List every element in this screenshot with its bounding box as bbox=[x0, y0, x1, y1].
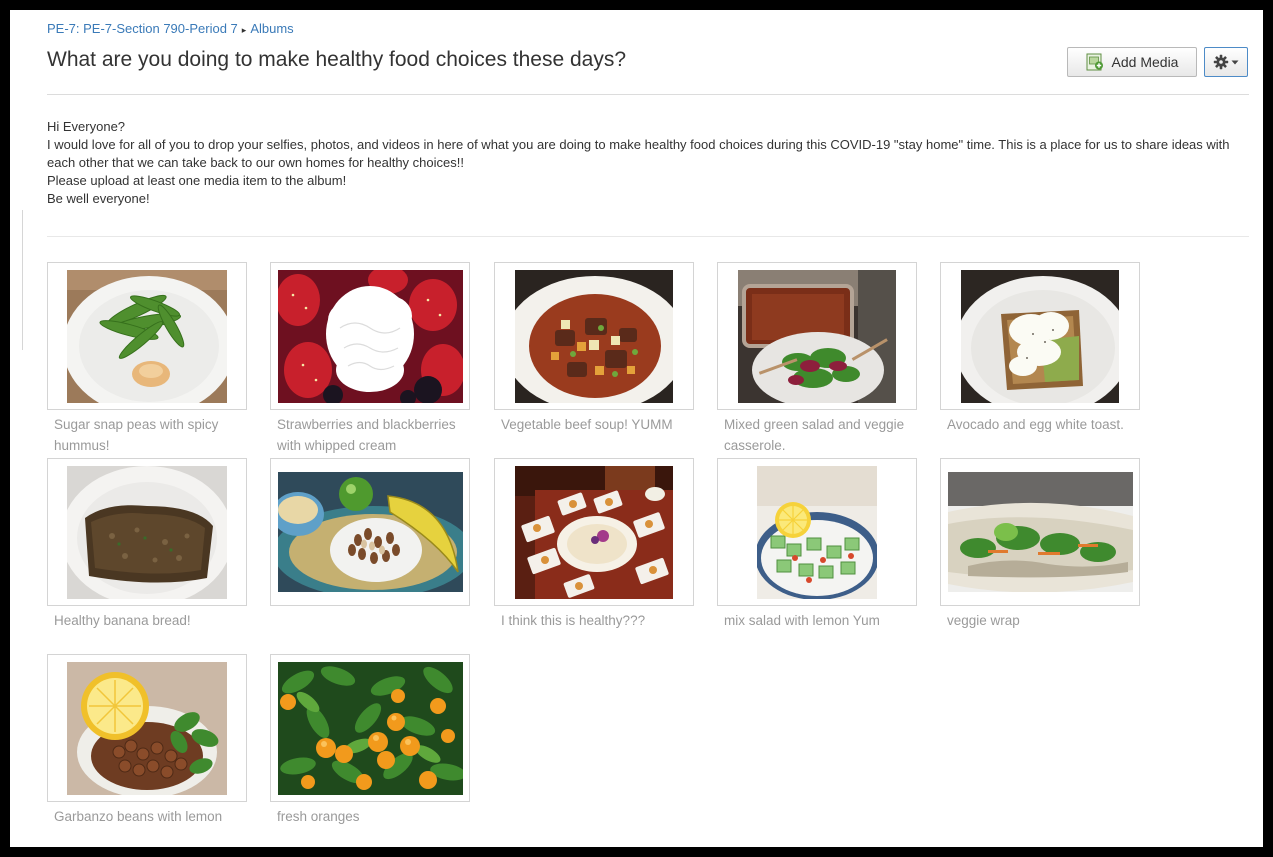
media-thumbnail[interactable] bbox=[270, 458, 470, 606]
media-thumbnail[interactable] bbox=[494, 262, 694, 410]
media-item-veggie-wrap: veggie wrap bbox=[940, 458, 1140, 652]
media-thumbnail[interactable] bbox=[270, 654, 470, 802]
banana-bread-photo bbox=[67, 465, 227, 599]
breadcrumb-separator: ▸ bbox=[241, 25, 247, 35]
lemon-salad-photo bbox=[757, 465, 877, 599]
media-caption: Vegetable beef soup! YUMM bbox=[501, 417, 673, 432]
garbanzo-photo bbox=[67, 661, 227, 795]
media-item-beef-soup: Vegetable beef soup! YUMM bbox=[494, 262, 694, 456]
media-caption: Avocado and egg white toast. bbox=[947, 417, 1124, 432]
chevron-down-icon bbox=[1231, 60, 1239, 65]
beef-soup-photo bbox=[515, 269, 673, 403]
breadcrumb-course-link[interactable]: PE-7: PE-7-Section 790-Period 7 bbox=[47, 21, 238, 36]
breadcrumb: PE-7: PE-7-Section 790-Period 7 ▸ Albums bbox=[47, 21, 294, 36]
media-item-garbanzo: Garbanzo beans with lemon bbox=[47, 654, 247, 847]
media-caption: veggie wrap bbox=[947, 613, 1020, 628]
media-caption: Sugar snap peas with spicy hummus! bbox=[54, 417, 219, 453]
media-caption: Mixed green salad and veggie casserole. bbox=[724, 417, 905, 453]
media-thumbnail[interactable] bbox=[494, 458, 694, 606]
description-line-1: Hi Everyone? bbox=[47, 119, 126, 134]
media-caption bbox=[270, 610, 466, 652]
media-thumbnail[interactable] bbox=[717, 262, 917, 410]
media-thumbnail[interactable] bbox=[47, 458, 247, 606]
media-item-salad-casserole: Mixed green salad and veggie casserole. bbox=[717, 262, 917, 456]
nuts-fruit-photo bbox=[277, 472, 463, 592]
media-item-banana-bread: Healthy banana bread! bbox=[47, 458, 247, 652]
add-media-label: Add Media bbox=[1111, 54, 1179, 70]
snap-peas-photo bbox=[67, 269, 227, 403]
strawberries-photo bbox=[277, 269, 463, 403]
media-thumbnail[interactable] bbox=[717, 458, 917, 606]
media-item-snap-peas: Sugar snap peas with spicy hummus! bbox=[47, 262, 247, 456]
avocado-toast-photo bbox=[961, 269, 1119, 403]
left-edge-line bbox=[22, 210, 23, 350]
description-line-4: Be well everyone! bbox=[47, 191, 150, 206]
album-description: Hi Everyone? I would love for all of you… bbox=[47, 118, 1247, 208]
settings-dropdown-button[interactable] bbox=[1204, 47, 1248, 77]
media-caption: mix salad with lemon Yum bbox=[724, 613, 880, 628]
description-divider bbox=[47, 236, 1249, 237]
salad-casserole-photo bbox=[738, 269, 896, 403]
buffet-photo bbox=[515, 465, 673, 599]
header-divider bbox=[47, 94, 1249, 95]
media-caption: I think this is healthy??? bbox=[501, 613, 646, 628]
media-item-strawberries: Strawberries and blackberries with whipp… bbox=[270, 262, 470, 456]
media-thumbnail[interactable] bbox=[47, 262, 247, 410]
media-caption: Garbanzo beans with lemon bbox=[54, 809, 223, 824]
media-thumbnail[interactable] bbox=[270, 262, 470, 410]
add-media-button[interactable]: Add Media bbox=[1067, 47, 1197, 77]
album-page: PE-7: PE-7-Section 790-Period 7 ▸ Albums W… bbox=[10, 10, 1263, 847]
oranges-photo bbox=[277, 661, 463, 795]
media-item-nuts-fruit bbox=[270, 458, 470, 652]
gear-icon bbox=[1213, 54, 1229, 70]
breadcrumb-albums-link[interactable]: Albums bbox=[250, 21, 293, 36]
veggie-wrap-photo bbox=[947, 472, 1133, 592]
description-line-2: I would love for all of you to drop your… bbox=[47, 137, 1230, 170]
media-caption: fresh oranges bbox=[277, 809, 360, 824]
media-caption: Strawberries and blackberries with whipp… bbox=[277, 417, 456, 453]
media-caption: Healthy banana bread! bbox=[54, 613, 191, 628]
media-thumbnail[interactable] bbox=[940, 458, 1140, 606]
media-item-buffet: I think this is healthy??? bbox=[494, 458, 694, 652]
description-line-3: Please upload at least one media item to… bbox=[47, 173, 347, 188]
media-item-avocado-toast: Avocado and egg white toast. bbox=[940, 262, 1140, 456]
add-media-icon bbox=[1086, 53, 1103, 71]
media-item-oranges: fresh oranges bbox=[270, 654, 470, 847]
page-title: What are you doing to make healthy food … bbox=[47, 48, 627, 71]
media-thumbnail[interactable] bbox=[47, 654, 247, 802]
media-item-lemon-salad: mix salad with lemon Yum bbox=[717, 458, 917, 652]
media-thumbnail[interactable] bbox=[940, 262, 1140, 410]
